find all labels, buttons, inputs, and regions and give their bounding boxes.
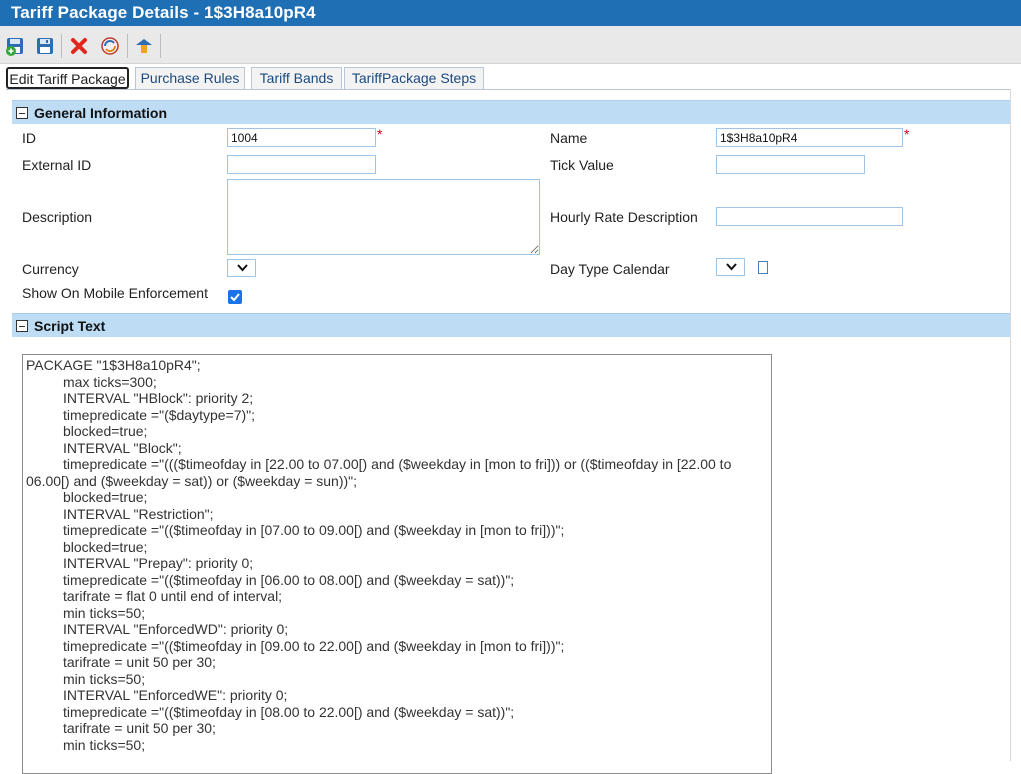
- general-information-header: General Information: [12, 100, 1010, 124]
- page-frame-border: [1010, 89, 1011, 761]
- script-line: timepredicate ="(($timeofday in [09.00 t…: [63, 637, 565, 654]
- script-line: min ticks=50;: [63, 736, 146, 753]
- section-title: Script Text: [34, 318, 106, 334]
- script-line: min ticks=50;: [63, 670, 146, 687]
- floppy-disk-icon: [37, 38, 53, 54]
- name-field[interactable]: [716, 128, 903, 147]
- required-marker: *: [377, 126, 383, 142]
- currency-label: Currency: [22, 261, 79, 277]
- red-x-icon: [71, 38, 87, 54]
- tick-value-field[interactable]: [716, 155, 865, 174]
- day-type-calendar-select[interactable]: [716, 258, 745, 276]
- script-line: blocked=true;: [63, 538, 148, 555]
- section-title: General Information: [34, 105, 168, 121]
- toolbar-separator: [61, 34, 62, 58]
- script-line: INTERVAL "Block";: [63, 439, 182, 456]
- tab-edit-tariff-package[interactable]: Edit Tariff Package: [6, 67, 129, 89]
- checkmark-icon: [230, 293, 240, 302]
- required-marker: *: [904, 126, 910, 142]
- script-text-area[interactable]: PACKAGE "1$3H8a10pR4"; max ticks=300; IN…: [22, 354, 772, 774]
- name-label: Name: [550, 130, 588, 146]
- script-line: timepredicate ="(($timeofday in [08.00 t…: [63, 703, 515, 720]
- tab-purchase-rules[interactable]: Purchase Rules: [135, 67, 245, 89]
- toolbar-separator: [127, 34, 128, 58]
- delete-button[interactable]: [68, 35, 90, 57]
- calendar-lookup-icon[interactable]: [758, 261, 768, 274]
- script-line: timepredicate ="(($timeofday in [06.00 t…: [63, 571, 515, 588]
- show-on-mobile-enforcement-label: Show On Mobile Enforcement: [22, 285, 208, 301]
- tab-tariffpackage-steps[interactable]: TariffPackage Steps: [344, 67, 484, 89]
- day-type-calendar-label: Day Type Calendar: [550, 261, 670, 277]
- script-line: INTERVAL "Restriction";: [63, 505, 214, 522]
- script-line: tarifrate = unit 50 per 30;: [63, 654, 216, 670]
- script-line: tarifrate = flat 0 until end of interval…: [63, 588, 283, 604]
- show-on-mobile-enforcement-checkbox[interactable]: [228, 290, 242, 304]
- script-line: tarifrate = unit 50 per 30;: [63, 720, 216, 736]
- script-line: min ticks=50;: [63, 604, 146, 621]
- script-line: INTERVAL "HBlock": priority 2;: [63, 390, 254, 406]
- script-line: blocked=true;: [63, 489, 148, 505]
- refresh-icon: [101, 37, 119, 55]
- script-line: timepredicate ="((($timeofday in [22.00 …: [26, 456, 736, 489]
- tab-tariff-bands[interactable]: Tariff Bands: [251, 67, 342, 89]
- description-label: Description: [22, 209, 93, 225]
- script-text-header: Script Text: [12, 313, 1010, 337]
- collapse-toggle-icon[interactable]: [16, 107, 28, 119]
- collapse-toggle-icon[interactable]: [16, 320, 28, 332]
- id-field[interactable]: [227, 128, 376, 147]
- script-line: INTERVAL "EnforcedWE": priority 0;: [63, 687, 288, 703]
- refresh-button[interactable]: [99, 35, 121, 57]
- hourly-rate-description-field[interactable]: [716, 207, 903, 226]
- script-line: blocked=true;: [63, 423, 148, 439]
- window-title: Tariff Package Details - 1$3H8a10pR4: [0, 0, 1021, 26]
- id-label: ID: [22, 130, 36, 146]
- script-line: timepredicate ="(($timeofday in [07.00 t…: [63, 522, 565, 538]
- toolbar-separator: [160, 34, 161, 58]
- external-id-label: External ID: [22, 157, 92, 173]
- hourly-rate-description-label: Hourly Rate Description: [550, 209, 698, 225]
- tick-value-label: Tick Value: [550, 157, 614, 173]
- back-button[interactable]: [133, 35, 155, 57]
- description-field[interactable]: [227, 179, 540, 255]
- back-arrow-icon: [136, 39, 152, 53]
- external-id-field[interactable]: [227, 155, 376, 174]
- toolbar: [0, 26, 1021, 64]
- save-and-new-button[interactable]: [4, 35, 26, 57]
- script-line: INTERVAL "Prepay": priority 0;: [63, 555, 254, 571]
- chevron-down-icon: [726, 263, 737, 271]
- save-and-new-icon: [6, 38, 23, 56]
- tab-underline: [6, 89, 1010, 90]
- script-line: max ticks=300;: [63, 373, 157, 390]
- script-line: PACKAGE "1$3H8a10pR4";: [26, 357, 201, 373]
- script-line: INTERVAL "EnforcedWD": priority 0;: [63, 621, 289, 637]
- currency-select[interactable]: [227, 259, 256, 277]
- save-button[interactable]: [34, 35, 56, 57]
- chevron-down-icon: [237, 264, 248, 272]
- script-line: timepredicate ="($daytype=7)";: [63, 406, 256, 423]
